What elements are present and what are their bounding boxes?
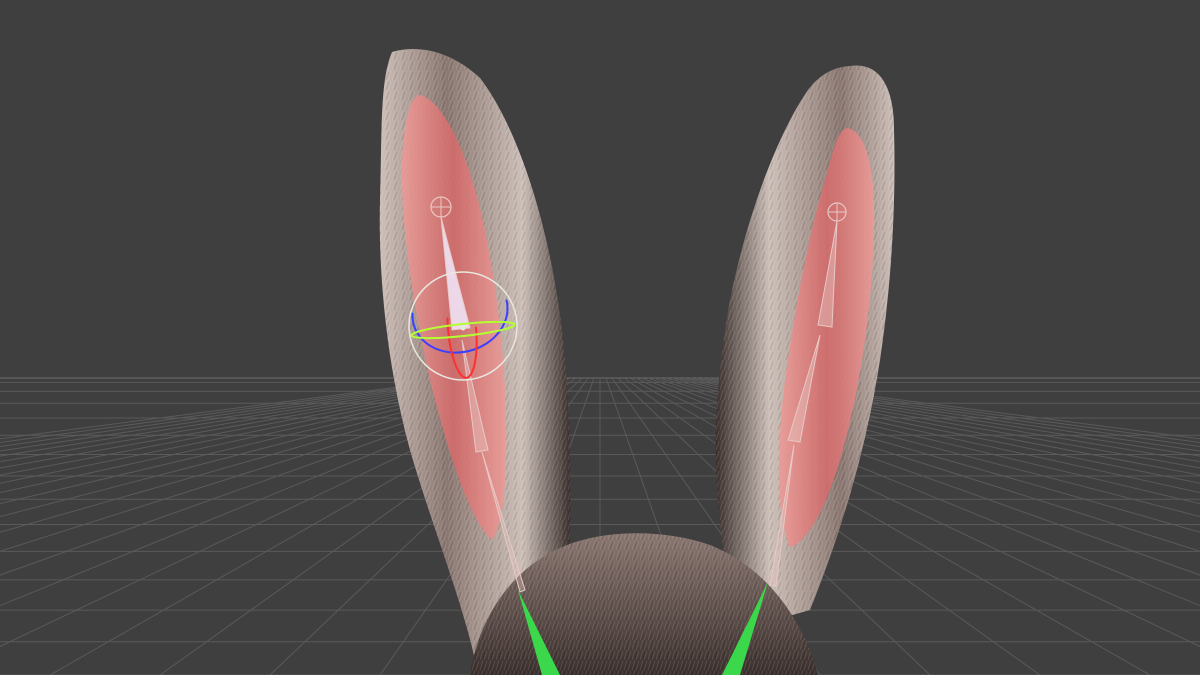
gizmo-center[interactable] <box>460 325 466 331</box>
3d-viewport[interactable] <box>0 0 1200 675</box>
viewport-canvas[interactable] <box>0 0 1200 675</box>
